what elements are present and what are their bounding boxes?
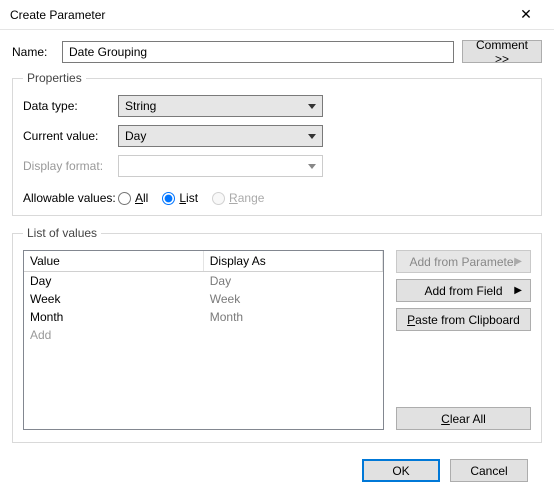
clear-all-button[interactable]: Clear All: [396, 407, 531, 430]
properties-legend: Properties: [23, 71, 86, 85]
lov-cell-value[interactable]: Month: [24, 308, 203, 326]
dialog-footer: OK Cancel: [12, 453, 542, 482]
display-format-select[interactable]: [118, 155, 323, 177]
data-type-label: Data type:: [23, 99, 118, 113]
name-row: Name: Comment >>: [12, 40, 542, 63]
lov-cell-value[interactable]: Week: [24, 290, 203, 308]
list-of-values-group: List of values Value Display As Day Day: [12, 226, 542, 443]
table-row-add[interactable]: Add: [24, 326, 383, 344]
radio-list-input[interactable]: [162, 192, 175, 205]
lov-cell-display[interactable]: Month: [203, 308, 382, 326]
data-type-value: String: [125, 99, 156, 113]
cancel-button[interactable]: Cancel: [450, 459, 528, 482]
table-row[interactable]: Week Week: [24, 290, 383, 308]
lov-header-value[interactable]: Value: [24, 251, 203, 272]
current-value-select[interactable]: Day: [118, 125, 323, 147]
lov-legend: List of values: [23, 226, 101, 240]
table-row[interactable]: Month Month: [24, 308, 383, 326]
lov-cell-display[interactable]: Week: [203, 290, 382, 308]
comment-button[interactable]: Comment >>: [462, 40, 542, 63]
paste-from-clipboard-button[interactable]: Paste from Clipboard: [396, 308, 531, 331]
chevron-down-icon: [308, 134, 316, 139]
allowable-values-radios: All List Range: [118, 191, 264, 205]
display-format-label: Display format:: [23, 159, 118, 173]
close-icon[interactable]: ✕: [506, 6, 546, 23]
radio-list[interactable]: List: [162, 191, 198, 205]
current-value-value: Day: [125, 129, 146, 143]
lov-table-wrap: Value Display As Day Day Week Week: [23, 250, 384, 430]
name-label: Name:: [12, 45, 62, 59]
lov-header-display[interactable]: Display As: [203, 251, 382, 272]
radio-range-input: [212, 192, 225, 205]
lov-cell-display[interactable]: Day: [203, 272, 382, 291]
window-title: Create Parameter: [10, 8, 105, 22]
lov-table: Value Display As Day Day Week Week: [24, 251, 383, 344]
lov-add-cell-display[interactable]: [203, 326, 382, 344]
radio-all-input[interactable]: [118, 192, 131, 205]
lov-add-cell[interactable]: Add: [24, 326, 203, 344]
radio-all[interactable]: All: [118, 191, 148, 205]
allowable-values-label: Allowable values:: [23, 191, 118, 205]
lov-side-buttons: Add from Parameter ▶ Add from Field ▶ Pa…: [396, 250, 531, 430]
add-from-parameter-button: Add from Parameter ▶: [396, 250, 531, 273]
dialog-content: Name: Comment >> Properties Data type: S…: [0, 30, 554, 490]
add-from-field-button[interactable]: Add from Field ▶: [396, 279, 531, 302]
name-input[interactable]: [62, 41, 454, 63]
data-type-select[interactable]: String: [118, 95, 323, 117]
chevron-right-icon: ▶: [514, 257, 522, 267]
titlebar: Create Parameter ✕: [0, 0, 554, 30]
chevron-right-icon: ▶: [514, 286, 522, 296]
properties-group: Properties Data type: String Current val…: [12, 71, 542, 216]
ok-button[interactable]: OK: [362, 459, 440, 482]
table-row[interactable]: Day Day: [24, 272, 383, 291]
current-value-label: Current value:: [23, 129, 118, 143]
radio-range: Range: [212, 191, 264, 205]
chevron-down-icon: [308, 164, 316, 169]
chevron-down-icon: [308, 104, 316, 109]
lov-cell-value[interactable]: Day: [24, 272, 203, 291]
